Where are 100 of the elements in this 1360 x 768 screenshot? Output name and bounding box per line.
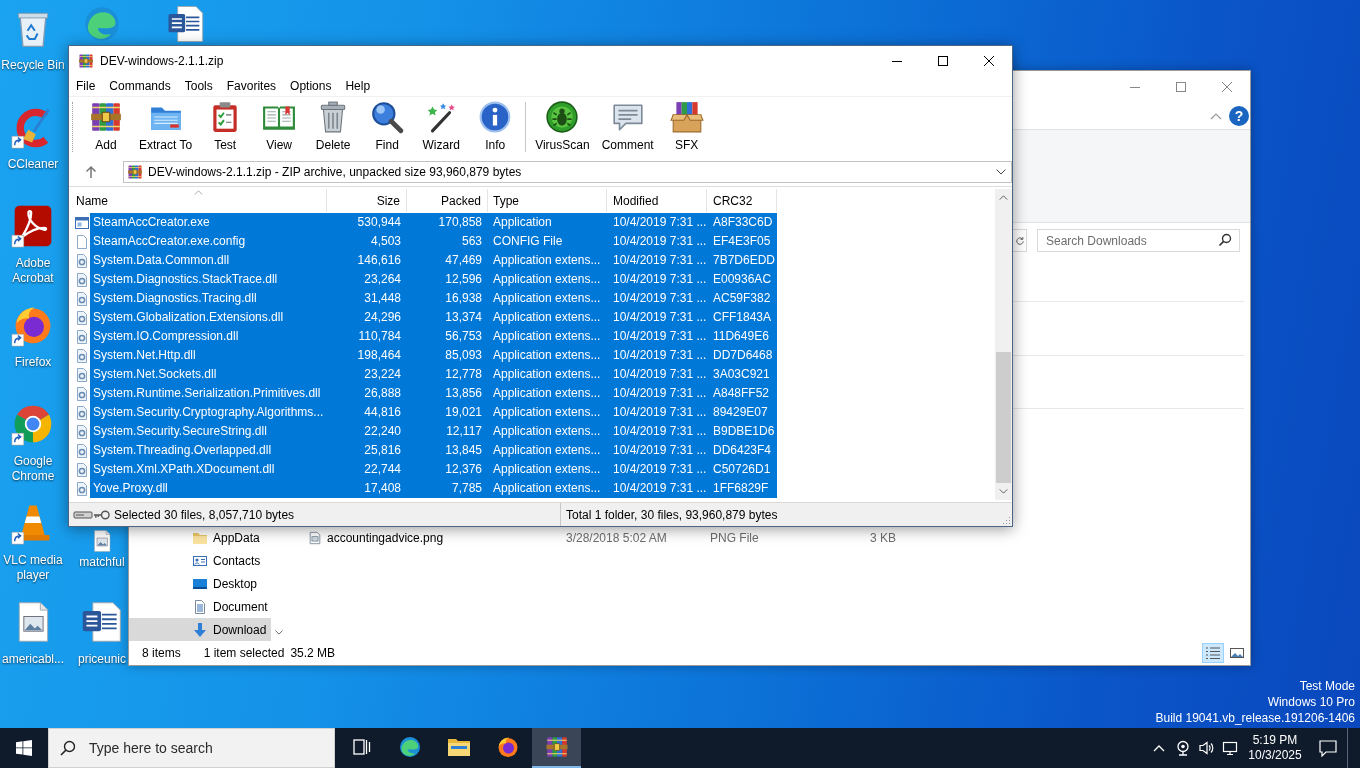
toolbar-button[interactable]: Info (469, 97, 522, 155)
table-cell-text: Application extens... (492, 385, 602, 402)
magnifier-icon (370, 100, 405, 134)
webcam-icon (1175, 740, 1191, 756)
column-header[interactable]: Modified (607, 189, 707, 212)
books-icon (544, 735, 569, 759)
toolbar-button[interactable]: Test (199, 97, 252, 155)
maximize-icon (938, 56, 948, 66)
toolbar-button[interactable]: Comment (596, 97, 659, 155)
table-cell-text: 89429E07 (712, 404, 769, 421)
table-cell-text: Application extens... (492, 252, 602, 269)
column-header[interactable]: Type (488, 189, 607, 212)
table-cell-text: Application extens... (492, 328, 602, 345)
file-row[interactable]: System.IO.Compression.dll 110,784 56,753 Application extens... 10/4/2019 7:31 ... 11D649E6 (74, 327, 777, 346)
file-row[interactable]: System.Diagnostics.StackTrace.dll 23,264 12,596 Application extens... 10/4/2019 7:31 ... E00936AC (74, 270, 777, 289)
file-name: System.Security.Cryptography.Algorithms... (92, 404, 325, 421)
up-arrow-icon (85, 165, 97, 179)
menu-item[interactable]: Tools (177, 76, 220, 96)
chevron-up-icon (1210, 112, 1222, 120)
file-row[interactable]: SteamAccCreator.exe.config 4,503 563 CONFIG File 10/4/2019 7:31 ... EF4E3F05 (74, 232, 777, 251)
table-cell-text: 23,224 (363, 366, 402, 383)
books-icon (89, 100, 123, 134)
table-cell-text: 10/4/2019 7:31 ... (612, 423, 707, 440)
help-button[interactable]: ? (1229, 106, 1249, 126)
table-cell-text: 10/4/2019 7:31 ... (612, 366, 707, 383)
toolbar-button[interactable]: Extract To (134, 97, 198, 155)
status-text: 1 item selected (203, 646, 285, 660)
table-cell-text: AC59F382 (712, 290, 772, 307)
file-row[interactable]: System.Globalization.Extensions.dll 24,296 13,374 Application extens... 10/4/2019 7:31 ... CFF1843A (74, 308, 777, 327)
file-name: SteamAccCreator.exe.config (92, 233, 247, 250)
image-file-icon (308, 530, 322, 545)
file-icon (74, 233, 90, 250)
file-row[interactable]: SteamAccCreator.exe 530,944 170,858 Application 10/4/2019 7:31 ... A8F33C6D (74, 213, 777, 232)
menu-item[interactable]: File (69, 76, 103, 96)
table-cell-text: 13,856 (444, 385, 483, 402)
file-row[interactable]: System.Diagnostics.Tracing.dll 31,448 16,938 Application extens... 10/4/2019 7:31 ... AC59F382 (74, 289, 777, 308)
table-cell-text: 10/4/2019 7:31 ... (612, 233, 707, 250)
menu-item[interactable]: Commands (102, 76, 178, 96)
toolbar-button[interactable]: VirusScan (530, 97, 595, 155)
clock-button[interactable]: 5:19 PM 10/3/2025 (1241, 728, 1309, 768)
nav-item[interactable]: Desktop (129, 572, 271, 595)
column-header[interactable]: CRC32 (707, 189, 777, 212)
nav-item[interactable]: Document (129, 595, 271, 618)
search-field[interactable]: Type here to search (48, 728, 335, 768)
table-cell-text: 56,753 (444, 328, 483, 345)
file-row[interactable]: System.Net.Http.dll 198,464 85,093 Application extens... 10/4/2019 7:31 ... DD7D6468 (74, 346, 777, 365)
column-header[interactable]: Packed (407, 189, 488, 212)
table-cell-text: 44,816 (363, 404, 402, 421)
down-arrow-icon (192, 621, 208, 638)
toolbar-button[interactable]: Add (80, 97, 132, 155)
nav-item[interactable]: Download (129, 618, 271, 641)
table-cell-text: Application extens... (492, 366, 602, 383)
nav-item[interactable]: Contacts (129, 549, 271, 572)
menu-item[interactable]: Options (283, 76, 339, 96)
table-cell-text: 85,093 (444, 347, 483, 364)
toolbar-button[interactable]: SFX (660, 97, 713, 155)
file-row[interactable]: System.Xml.XPath.XDocument.dll 22,744 12,376 Application extens... 10/4/2019 7:31 ... C50726D1 (74, 460, 777, 479)
column-header[interactable]: Name (69, 189, 327, 212)
table-cell-text: Application extens... (492, 442, 602, 459)
path-dropdown[interactable]: DEV-windows-2.1.1.zip - ZIP archive, unpacked size 93,960,879 bytes (123, 161, 1012, 183)
file-row[interactable]: System.Threading.Overlapped.dll 25,816 13,845 Application extens... 10/4/2019 7:31 ... DD6423F4 (74, 441, 777, 460)
search-icon (60, 740, 76, 756)
column-header[interactable]: Size (327, 189, 407, 212)
table-cell-text: 23,264 (363, 271, 402, 288)
table-cell-text: 12,778 (444, 366, 483, 383)
scroll-thumb[interactable] (996, 352, 1011, 483)
menu-item[interactable]: Favorites (219, 76, 284, 96)
file-row[interactable]: Yove.Proxy.dll 17,408 7,785 Application extens... 10/4/2019 7:31 ... 1FF6829F (74, 479, 777, 498)
file-row[interactable]: System.Net.Sockets.dll 23,224 12,778 Application extens... 10/4/2019 7:31 ... 3A03C921 (74, 365, 777, 384)
table-cell-text: Application extens... (492, 461, 602, 478)
menu-item[interactable]: Help (338, 76, 378, 96)
file-name: System.Data.Common.dll (92, 252, 231, 269)
details-view-icon (1205, 646, 1221, 660)
file-row[interactable]: System.Runtime.Serialization.Primitives.dll 26,888 13,856 Application extens... 10/4/2019 7:31 ... A848FF52 (74, 384, 777, 403)
table-cell-text: 10/4/2019 7:31 ... (612, 480, 707, 497)
status-text: Total 1 folder, 30 files, 93,960,879 bytes (566, 507, 778, 522)
table-cell-text: 22,744 (363, 461, 402, 478)
file-row[interactable]: System.Security.Cryptography.Algorithms... 44,816 19,021 Application extens... 10/4/2019 7:31 ... 89429E07 (74, 403, 777, 422)
file-name: System.Threading.Overlapped.dll (92, 442, 273, 459)
table-cell-text: 26,888 (363, 385, 402, 402)
table-cell-text: DD7D6468 (712, 347, 774, 364)
table-cell-text: 31,448 (363, 290, 402, 307)
scrollbar[interactable] (995, 189, 1012, 500)
table-cell-text: 13,845 (444, 442, 483, 459)
table-cell-text: Application extens... (492, 290, 602, 307)
toolbar-button[interactable]: View (253, 97, 306, 155)
file-row[interactable]: System.Data.Common.dll 146,616 47,469 Application extens... 10/4/2019 7:31 ... 7B7D6EDD (74, 251, 777, 270)
file-row[interactable]: System.Security.SecureString.dll 22,240 12,117 Application extens... 10/4/2019 7:31 ... B9DBE1D6 (74, 422, 777, 441)
table-cell-text: A8F33C6D (712, 214, 774, 231)
toolbar-button[interactable]: Wizard (415, 97, 468, 155)
file-row[interactable]: accountingadvice.png 3/28/2018 5:02 AM PNG File 3 KB (308, 528, 900, 547)
file-name: System.Net.Sockets.dll (92, 366, 218, 383)
file-name: Yove.Proxy.dll (92, 480, 169, 497)
table-cell-text: B9DBE1D6 (712, 423, 776, 440)
view-button[interactable] (1202, 643, 1224, 663)
document-icon (192, 598, 208, 615)
toolbar-button[interactable]: Find (361, 97, 414, 155)
search-field[interactable]: Search Downloads (1037, 229, 1240, 252)
toolbar-button[interactable]: Delete (307, 97, 360, 155)
table-cell-text: 3/28/2018 5:02 AM (565, 530, 668, 545)
